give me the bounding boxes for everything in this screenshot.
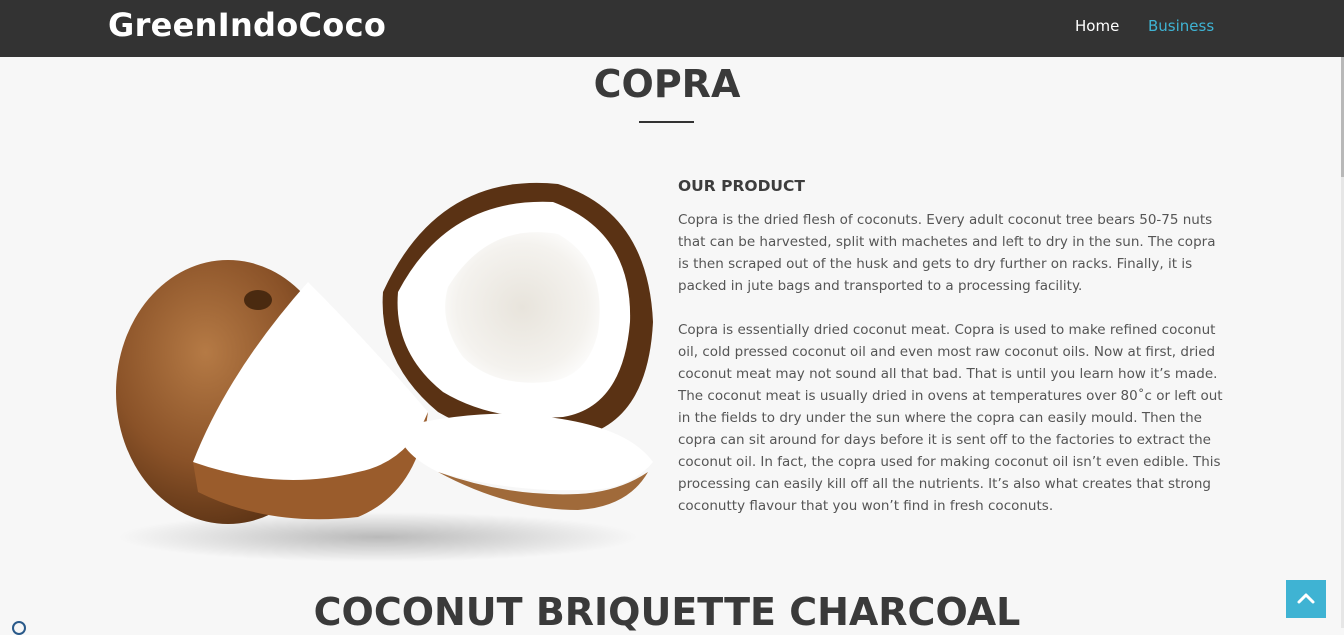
product-paragraph-1: Copra is the dried flesh of coconuts. Ev… <box>678 212 1216 294</box>
brand-logo-link[interactable]: GreenIndoCoco <box>108 6 386 44</box>
nav-link-business[interactable]: Business <box>1148 17 1214 35</box>
our-product-heading: OUR PRODUCT <box>678 177 805 195</box>
top-navbar: GreenIndoCoco Home Business <box>0 0 1344 57</box>
corner-circle-icon <box>12 621 26 635</box>
copra-section-title: COPRA <box>593 62 741 106</box>
title-divider <box>639 121 694 123</box>
chevron-up-icon <box>1297 593 1315 604</box>
coconut-halves-image <box>116 182 653 562</box>
briquette-section-title: COCONUT BRIQUETTE CHARCOAL <box>313 590 1021 634</box>
product-paragraph-2: Copra is essentially dried coconut meat.… <box>678 322 1223 514</box>
back-to-top-button[interactable] <box>1286 580 1326 618</box>
nav-link-home[interactable]: Home <box>1075 17 1119 35</box>
